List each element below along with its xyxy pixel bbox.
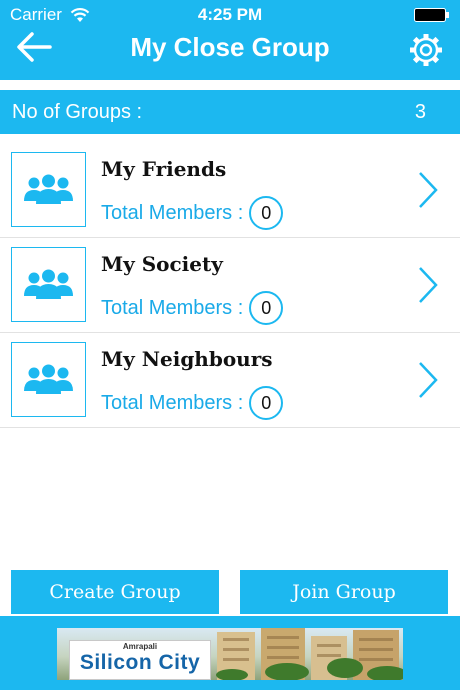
ad-brand: Amrapali [122,642,158,651]
status-time: 4:25 PM [197,5,263,24]
ad-banner[interactable]: Amrapali Silicon City [57,628,403,680]
chevron-right-icon [419,267,438,303]
members-label: Total Members : [101,392,244,414]
group-count-bar: No of Groups : 3 [0,90,460,134]
members-row: Total Members : 0 [101,291,284,325]
group-name: My Society [101,252,223,276]
members-label: Total Members : [101,202,244,224]
settings-button[interactable] [408,32,444,68]
people-group-icon [11,152,86,227]
chevron-right-icon [419,172,438,208]
chevron-right-icon [419,362,438,398]
status-bar: Carrier 4:25 PM [0,0,460,30]
group-item-my-friends[interactable]: My Friends Total Members : 0 [0,143,460,238]
group-name: My Friends [101,157,227,181]
members-count-badge: 0 [249,291,284,325]
gear-icon [410,34,442,66]
group-item-my-neighbours[interactable]: My Neighbours Total Members : 0 [0,333,460,428]
ad-name: Silicon City [79,651,201,674]
people-group-icon [11,247,86,322]
members-row: Total Members : 0 [101,196,284,230]
create-group-button[interactable]: Create Group [11,570,219,614]
battery-icon [414,8,449,22]
group-count-label: No of Groups : [12,101,143,123]
members-count-badge: 0 [249,386,284,420]
ad-logo: Amrapali Silicon City [69,640,211,680]
people-group-icon [11,342,86,417]
members-row: Total Members : 0 [101,386,284,420]
group-item-my-society[interactable]: My Society Total Members : 0 [0,238,460,333]
navbar: My Close Group [0,30,460,70]
group-count-value: 3 [414,101,426,123]
app-header: Carrier 4:25 PM My Close Group [0,0,460,80]
group-name: My Neighbours [101,347,273,371]
members-label: Total Members : [101,297,244,319]
join-group-button[interactable]: Join Group [240,570,448,614]
page-title: My Close Group [130,32,330,62]
members-count-badge: 0 [249,196,284,230]
group-list: My Friends Total Members : 0 My Society … [0,143,460,428]
